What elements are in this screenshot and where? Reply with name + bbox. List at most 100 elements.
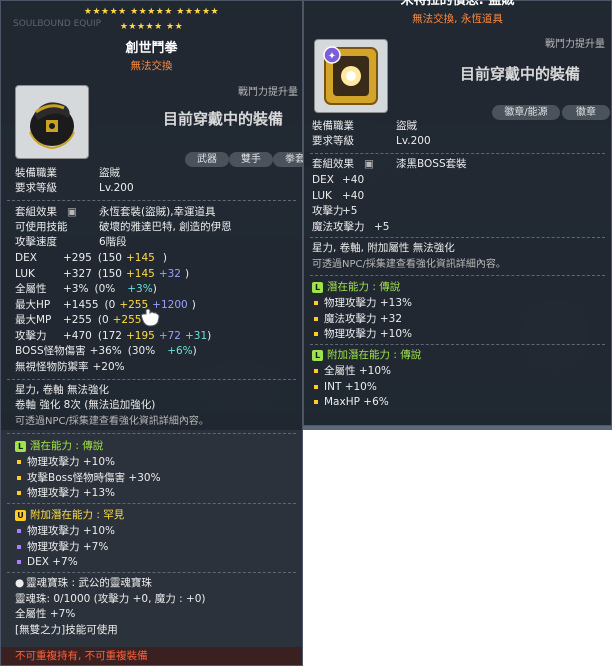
job-label: 裝備職業	[312, 120, 354, 132]
stat-base: (30%	[127, 345, 156, 357]
potential-line: 攻擊Boss怪物時傷害 +30%	[15, 471, 161, 487]
stat-total: +20%	[92, 360, 125, 373]
divider	[310, 237, 605, 239]
stat-name: LUK	[312, 189, 332, 202]
level-label: 要求等級	[15, 182, 57, 194]
stat-scroll: +31	[185, 329, 208, 342]
potential-text: MaxHP +6%	[324, 396, 389, 408]
soul-stat: 全屬性 +7%	[15, 608, 76, 620]
category-tag-emblem: 徽章	[562, 105, 610, 120]
potential-line: 全屬性 +10%	[312, 364, 391, 380]
bullet-icon	[17, 544, 21, 549]
set-effect-label: 套組效果	[312, 158, 354, 170]
item-tooltip-weapon: ★★★★★ ★★★★★ ★★★★★ ★★★★★ ★★ SOULBOUND EQU…	[0, 0, 317, 666]
potential-line: INT +10%	[312, 380, 377, 396]
bullet-icon	[314, 369, 318, 373]
item-icon-frame: ✦	[314, 39, 388, 113]
item-name: 米特拉的憤怒: 盜賊	[400, 0, 515, 8]
stat-row: LUK +327 (150 +145 +32)	[15, 267, 189, 283]
level-value: Lv.200	[99, 182, 134, 194]
bullet-icon	[17, 529, 21, 533]
star-force-info: 星力, 卷軸, 附加屬性 無法強化	[312, 242, 455, 254]
svg-text:✦: ✦	[328, 51, 336, 62]
divider	[310, 153, 605, 155]
job-value: 盜賊	[396, 120, 417, 132]
stat-name: 無視怪物防禦率	[15, 360, 89, 373]
item-name: 創世鬥拳	[125, 41, 178, 56]
stat-name: 魔法攻擊力	[312, 220, 365, 233]
stat-row: 最大MP+255(0+255)	[15, 313, 154, 329]
potential-line: DEX +7%	[15, 555, 78, 571]
stat-base: (0	[104, 298, 116, 311]
stat-total: +327	[63, 267, 92, 280]
stat-name: LUK	[15, 267, 35, 280]
bullet-icon	[17, 475, 21, 480]
attack-speed-label: 攻擊速度	[15, 236, 57, 248]
potential-text: 物理攻擊力 +7%	[27, 540, 109, 553]
hand-cursor-icon	[140, 308, 160, 327]
set-effect-value: 漆黑BOSS套裝	[396, 158, 467, 170]
set-info-icon[interactable]: ▣	[364, 157, 396, 173]
npc-hint: 可透過NPC/採集建查看強化資訊詳細內容。	[15, 416, 209, 427]
soul-skill: [無雙之力]技能可使用	[15, 624, 118, 636]
potential-text: 物理攻擊力 +10%	[27, 456, 115, 468]
power-increase-label: 戰鬥力提升量	[545, 39, 605, 50]
stat-row: BOSS怪物傷害 +36% (30% +6%)	[15, 344, 197, 360]
bullet-icon	[17, 460, 21, 464]
stat-value: +40	[342, 174, 365, 186]
potential-line: 物理攻擊力 +13%	[15, 486, 115, 502]
stat-row: DEX +295 (150 +145)	[15, 251, 167, 267]
item-icon-frame	[15, 85, 89, 159]
tradability-text: 無法交換, 永恆道具	[412, 13, 503, 25]
footer-restriction: 不可重複持有, 不可重複裝備	[15, 650, 148, 662]
stat-close: )	[207, 329, 212, 342]
set-effect-value: 永恆套裝(盜賊),幸運道具	[99, 206, 216, 218]
potential-text: 物理攻擊力 +13%	[324, 297, 412, 309]
footer-bar: 不可重複持有, 不可重複裝備	[1, 647, 302, 665]
potential-line: 物理攻擊力 +13%	[312, 296, 412, 312]
level-label: 要求等級	[312, 135, 354, 147]
stat-flame: +195	[125, 329, 155, 342]
potential-text: 物理攻擊力 +10%	[27, 525, 115, 537]
stat-name: DEX	[312, 174, 334, 186]
item-tooltip-emblem: 米特拉的憤怒: 盜賊 無法交換, 永恆道具 ✦ 戰鬥力提升量 目前穿戴中的裝備 …	[303, 0, 612, 426]
stat-close: )	[192, 345, 197, 357]
level-value: Lv.200	[396, 135, 431, 147]
stat-row: DEX +40	[312, 173, 364, 189]
stat-name: 最大MP	[15, 314, 52, 326]
set-info-icon[interactable]: ▣	[67, 205, 99, 221]
attack-speed-value: 6階段	[99, 236, 127, 248]
stat-scroll: +3%	[127, 283, 153, 295]
stat-enhance: +72	[158, 329, 181, 342]
potential-text: 物理攻擊力 +10%	[324, 328, 412, 340]
bullet-icon	[314, 400, 318, 404]
potential-line: 物理攻擊力 +10%	[312, 327, 412, 343]
stat-base: (150	[97, 252, 122, 264]
potential-title: 潛在能力 : 傳說	[327, 281, 401, 293]
stat-row: 魔法攻擊力 +5	[312, 220, 389, 236]
stat-scroll: +6%	[167, 345, 193, 357]
npc-hint: 可透過NPC/採集建查看強化資訊詳細內容。	[312, 259, 506, 270]
divider	[7, 503, 296, 505]
legendary-badge-icon: L	[15, 440, 26, 452]
stat-name: 全屬性	[15, 283, 47, 295]
soul-gauge-text: 靈魂珠: 0/1000 (攻擊力 +0, 魔力 : +0)	[15, 593, 206, 605]
divider	[7, 200, 296, 202]
stat-total: +295	[63, 252, 92, 264]
stat-row: 攻擊力 +470 (172 +195 +72 +31)	[15, 329, 211, 345]
potential-text: 物理攻擊力 +13%	[27, 487, 115, 499]
potential-text: DEX +7%	[27, 556, 78, 568]
skill-label: 可使用技能	[15, 221, 68, 233]
bonus-potential-title: 附加潛在能力 : 罕見	[30, 509, 125, 521]
soul-orb-icon: ●	[15, 577, 25, 589]
knuckle-icon	[29, 102, 75, 150]
potential-line: MaxHP +6%	[312, 395, 389, 411]
skill-value: 破壞的雅達巴特, 創造的伊恩	[99, 221, 232, 233]
stat-close: )	[152, 283, 157, 295]
stat-row: 無視怪物防禦率 +20%	[15, 360, 143, 376]
category-tag-emblem-energy: 徽章/能源	[492, 105, 560, 120]
set-effect-label: 套組效果	[15, 206, 57, 218]
potential-line: 魔法攻擊力 +32	[312, 312, 402, 328]
bonus-potential-title: 附加潛在能力 : 傳說	[327, 349, 422, 361]
potential-line: 物理攻擊力 +10%	[15, 524, 115, 540]
